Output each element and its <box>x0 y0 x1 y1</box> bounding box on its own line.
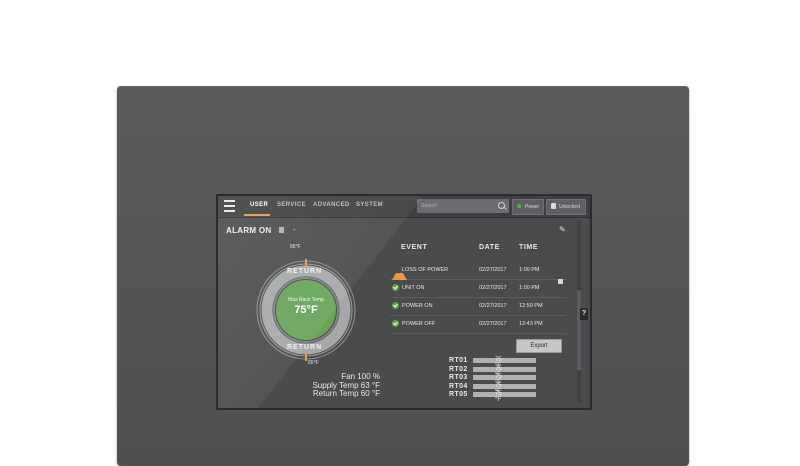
tab-system[interactable]: SYSTEM <box>356 202 383 208</box>
check-icon <box>392 320 399 327</box>
event-date: 02/27/2017 <box>479 303 507 309</box>
power-button[interactable]: Power <box>512 199 544 215</box>
rack-temp-label: RT04 <box>449 382 468 390</box>
time-column-header: TIME <box>519 244 539 251</box>
event-row[interactable]: POWER ON 02/27/2017 12:59 PM <box>390 297 566 316</box>
tab-advanced[interactable]: ADVANCED <box>313 202 350 208</box>
hamburger-menu-icon[interactable] <box>224 200 235 212</box>
touch-screen: USER SERVICE ADVANCED SYSTEM Search Powe… <box>216 194 592 410</box>
alarm-indicator-icon[interactable] <box>279 227 284 233</box>
rack-temp-label: RT05 <box>449 391 468 398</box>
power-status-icon <box>517 204 521 208</box>
event-date: 02/27/2017 <box>479 285 507 291</box>
tab-user[interactable]: USER <box>250 202 268 208</box>
active-tab-indicator <box>244 214 270 216</box>
row-select-icon[interactable] <box>558 279 563 284</box>
lock-label: Unlocked <box>559 204 580 210</box>
export-button[interactable]: Export <box>516 339 562 353</box>
alarm-status: ALARM ON <box>226 226 272 235</box>
event-name: POWER ON <box>402 303 433 309</box>
bottom-setpoint: 65°F <box>308 360 319 366</box>
ring-label-bottom: RETURN <box>287 344 323 351</box>
event-date: 02/27/2017 <box>479 321 507 327</box>
dial-center-label: Max Rack Temp <box>288 297 324 303</box>
search-input[interactable]: Search <box>417 199 509 213</box>
top-setpoint: 65°F <box>290 244 301 250</box>
event-row[interactable]: UNIT ON 02/27/2017 1:00 PM <box>390 279 566 298</box>
check-icon <box>392 302 399 309</box>
event-date: 02/27/2017 <box>479 267 507 273</box>
unit-readouts: Fan 100 % Supply Temp 63 °F Return Temp … <box>308 372 380 399</box>
event-row[interactable]: POWER OFF 02/27/2017 12:43 PM <box>390 315 566 334</box>
scrollbar-thumb[interactable] <box>577 290 581 370</box>
check-icon <box>392 284 399 291</box>
event-time: 1:00 PM <box>519 267 540 273</box>
search-placeholder: Search <box>421 203 437 209</box>
help-button[interactable]: ? <box>580 308 588 320</box>
event-name: UNIT ON <box>402 285 425 291</box>
rack-temp-label: RT02 <box>449 365 468 373</box>
event-time: 12:43 PM <box>519 321 543 327</box>
temperature-dial[interactable]: RETURN RETURN Max Rack Temp 75°F <box>254 258 358 362</box>
top-navigation-bar: USER SERVICE ADVANCED SYSTEM Search Powe… <box>218 196 590 218</box>
dial-center-value: 75°F <box>294 304 318 316</box>
rack-temp-bar <box>473 383 536 389</box>
event-name: LOSS OF POWER <box>402 267 449 273</box>
event-row[interactable]: LOSS OF POWER 02/27/2017 1:00 PM <box>390 261 566 280</box>
event-time: 12:59 PM <box>519 303 543 309</box>
event-name: POWER OFF <box>402 321 436 327</box>
alarm-dash: - <box>293 225 296 234</box>
edit-pencil-icon[interactable]: ✎ <box>559 225 566 234</box>
event-column-header: EVENT <box>401 244 428 251</box>
rack-temp-bar <box>473 358 536 363</box>
ring-label-top: RETURN <box>287 268 323 275</box>
return-temp-readout: Return Temp 60 °F <box>312 389 380 398</box>
rack-temp-label: RT01 <box>449 357 468 364</box>
lock-button[interactable]: Unlocked <box>546 199 586 215</box>
rack-temp-label: RT03 <box>449 374 468 381</box>
unlock-icon <box>551 203 556 209</box>
date-column-header: DATE <box>479 244 500 251</box>
event-time: 1:00 PM <box>519 285 540 291</box>
rack-temp-value: 75 °F <box>495 391 502 403</box>
rack-temp-bar <box>473 375 536 380</box>
tab-service[interactable]: SERVICE <box>277 202 306 208</box>
power-label: Power <box>525 204 540 210</box>
rack-temp-bar <box>473 366 536 372</box>
search-icon[interactable] <box>498 202 505 209</box>
rack-temp-bar <box>473 392 536 397</box>
